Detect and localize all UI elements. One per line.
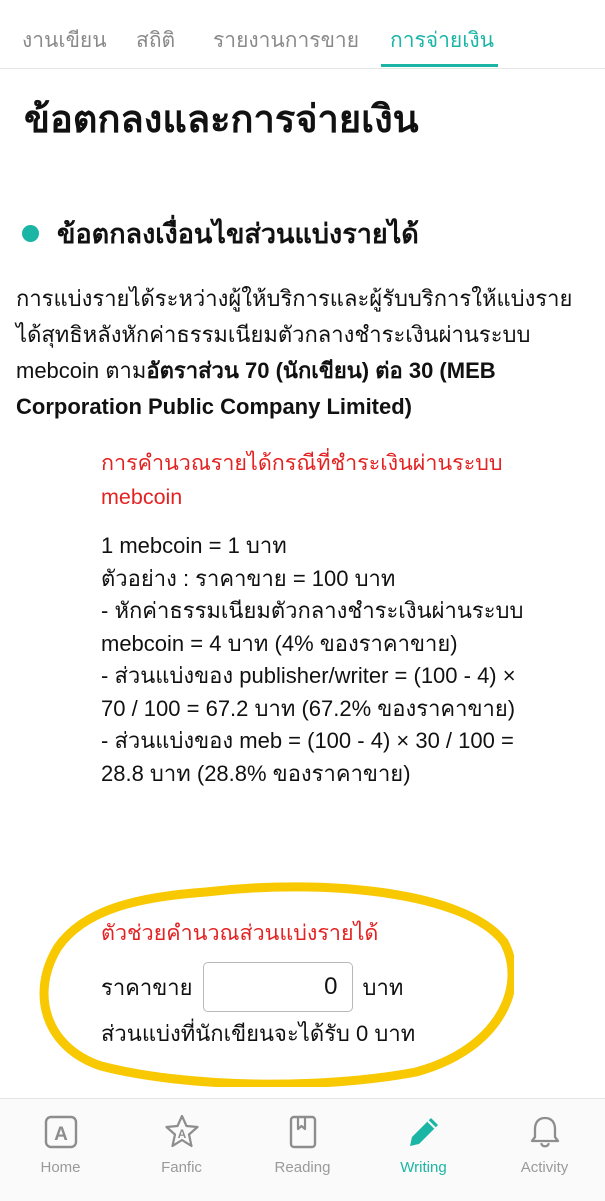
nav-home[interactable]: A Home xyxy=(0,1099,121,1201)
price-label: ราคาขาย xyxy=(101,974,193,1000)
calc-line: - ส่วนแบ่งของ publisher/writer = (100 - … xyxy=(101,663,516,721)
calc-line: - หักค่าธรรมเนียมตัวกลางชำระเงินผ่านระบบ… xyxy=(101,598,524,656)
pencil-icon xyxy=(409,1118,438,1146)
nav-label: Activity xyxy=(520,1159,569,1176)
calculation-title: การคำนวณรายได้กรณีที่ชำระเงินผ่านระบบ me… xyxy=(101,451,503,509)
nav-activity[interactable]: Activity xyxy=(484,1099,605,1201)
top-tab-bar: งานเขียน สถิติ รายงานการขาย การจ่ายเงิน xyxy=(0,0,605,69)
nav-label: Fanfic xyxy=(161,1159,202,1176)
bullet-dot-icon xyxy=(22,225,39,242)
price-unit: บาท xyxy=(362,974,404,1000)
tab-sales-report[interactable]: รายงานการขาย xyxy=(213,24,359,57)
active-tab-indicator xyxy=(381,64,498,67)
bottom-navigation: A Home A Fanfic Reading Writing Activity xyxy=(0,1098,605,1201)
calculation-lines: 1 mebcoin = 1 บาท ตัวอย่าง : ราคาขาย = 1… xyxy=(101,530,531,790)
tab-statistics[interactable]: สถิติ xyxy=(136,24,175,57)
price-input[interactable] xyxy=(202,962,353,1012)
tab-writings[interactable]: งานเขียน xyxy=(22,24,107,57)
price-row: ราคาขาย บาท xyxy=(101,962,403,1012)
page-title: ข้อตกลงและการจ่ายเงิน xyxy=(24,99,419,141)
nav-label: Reading xyxy=(274,1159,331,1176)
book-icon xyxy=(289,1115,316,1149)
nav-fanfic[interactable]: A Fanfic xyxy=(121,1099,242,1201)
tab-payment[interactable]: การจ่ายเงิน xyxy=(390,24,494,57)
nav-writing[interactable]: Writing xyxy=(363,1099,484,1201)
calc-line: ตัวอย่าง : ราคาขาย = 100 บาท xyxy=(101,565,396,591)
calc-line: - ส่วนแบ่งของ meb = (100 - 4) × 30 / 100… xyxy=(101,728,514,786)
nav-label: Home xyxy=(40,1159,81,1176)
svg-text:A: A xyxy=(177,1127,186,1141)
nav-reading[interactable]: Reading xyxy=(242,1099,363,1201)
helper-title: ตัวช่วยคำนวณส่วนแบ่งรายได้ xyxy=(101,921,379,945)
calculation-example: การคำนวณรายได้กรณีที่ชำระเงินผ่านระบบ me… xyxy=(101,446,531,790)
calc-line: 1 mebcoin = 1 บาท xyxy=(101,533,287,558)
bell-icon xyxy=(530,1116,559,1148)
writer-share-result: ส่วนแบ่งที่นักเขียนจะได้รับ 0 บาท xyxy=(101,1016,415,1051)
home-a-icon: A xyxy=(44,1115,77,1149)
section-heading: ข้อตกลงเงื่อนไขส่วนแบ่งรายได้ xyxy=(22,212,419,255)
result-label: ส่วนแบ่งที่นักเขียนจะได้รับ xyxy=(101,1021,350,1046)
intro-paragraph: การแบ่งรายได้ระหว่างผู้ให้บริการและผู้รั… xyxy=(16,281,586,425)
result-value: 0 xyxy=(356,1021,369,1046)
section-heading-text: ข้อตกลงเงื่อนไขส่วนแบ่งรายได้ xyxy=(57,219,419,249)
svg-text:A: A xyxy=(54,1124,68,1145)
nav-label: Writing xyxy=(400,1159,447,1176)
result-unit: บาท xyxy=(374,1021,416,1046)
fanfic-star-icon: A xyxy=(164,1114,199,1148)
